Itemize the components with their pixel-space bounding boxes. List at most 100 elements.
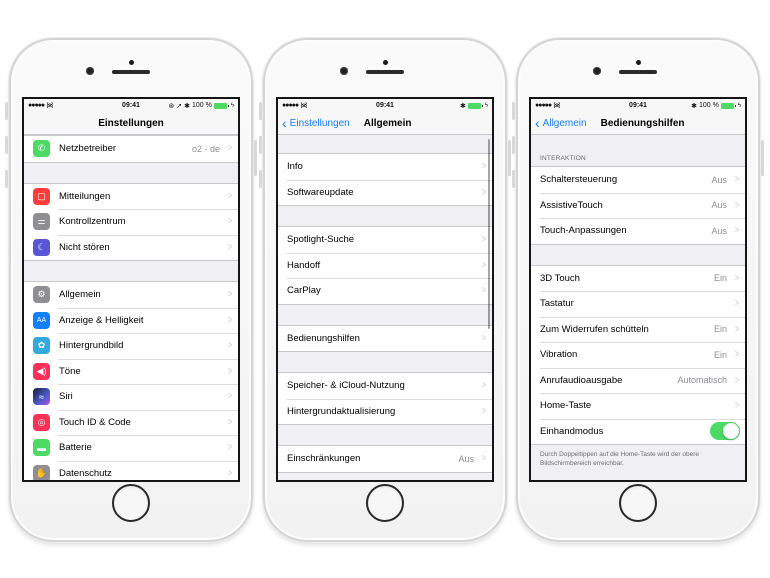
battery-percent: 100 % xyxy=(698,102,719,109)
row-label: Mitteilungen xyxy=(59,190,111,202)
home-button[interactable] xyxy=(112,484,150,522)
list-item-netzbetreiber[interactable]: ✆ Netzbetreiber o2 - de > xyxy=(24,136,238,162)
chevron-right-icon: > xyxy=(734,225,740,237)
list-item-hintergrundaktualisierung[interactable]: Hintergrundaktualisierung > xyxy=(278,398,492,424)
list-item-vibration[interactable]: Vibration Ein > xyxy=(531,342,745,368)
section-spacer xyxy=(278,135,492,153)
settings-list: ✆ Netzbetreiber o2 - de > ▢ Mitteilungen > ⚌ Kon… xyxy=(24,135,238,480)
chevron-right-icon: > xyxy=(227,143,233,155)
list-item-assistivetouch[interactable]: AssistiveTouch Aus > xyxy=(531,192,745,218)
home-button[interactable] xyxy=(366,484,404,522)
einhandmodus-toggle[interactable] xyxy=(710,422,740,441)
list-item-allgemein[interactable]: ⚙ Allgemein > xyxy=(24,282,238,308)
row-label: Tastatur xyxy=(540,298,574,310)
gear-icon: ⚙ xyxy=(33,286,50,304)
row-label: Softwareupdate xyxy=(287,186,354,198)
general-list: Info > Softwareupdate > Spotlight-Suche > Hand… xyxy=(278,135,492,480)
chevron-left-icon: ‹ xyxy=(282,115,287,131)
list-item-siri[interactable]: ≈ Siri > xyxy=(24,384,238,410)
section-spacer xyxy=(278,304,492,325)
fingerprint-icon: ◎ xyxy=(33,413,50,431)
battery-icon xyxy=(467,102,483,109)
battery-percent: 100 % xyxy=(191,102,212,109)
back-button[interactable]: ‹ Einstellungen xyxy=(278,115,350,131)
list-item-einschrankungen[interactable]: Einschränkungen Aus > xyxy=(278,446,492,472)
row-label: Spotlight-Suche xyxy=(287,234,355,246)
chevron-right-icon: > xyxy=(227,314,233,326)
list-item-touch-anpassungen[interactable]: Touch-Anpassungen Aus > xyxy=(531,218,745,244)
row-label: CarPlay xyxy=(287,285,321,297)
earpiece-speaker xyxy=(366,70,404,74)
wifi-icon: ᯼ xyxy=(553,102,561,109)
list-item-touch-id-code[interactable]: ◎ Touch ID & Code > xyxy=(24,409,238,435)
navigation-bar: ‹ Allgemein Bedienungshilfen xyxy=(531,112,745,135)
back-button[interactable]: ‹ Allgemein xyxy=(531,116,587,130)
accessibility-list: Schaltersteuerung Aus > AssistiveTouch Aus > T… xyxy=(531,166,745,473)
front-camera xyxy=(340,67,348,75)
chevron-right-icon: > xyxy=(227,190,233,202)
list-item-tastatur[interactable]: Tastatur > xyxy=(531,291,745,317)
list-item-tone[interactable]: ◀) Töne > xyxy=(24,358,238,384)
screen: ●●●●● ᯼ 09:41 ✱ ϟ ‹ Einstellungen Allgeme… xyxy=(276,97,494,482)
settings-group: Schaltersteuerung Aus > AssistiveTouch Aus > T… xyxy=(531,166,745,245)
section-spacer xyxy=(278,472,492,480)
row-label: Kontrollzentrum xyxy=(59,216,126,228)
list-item-nicht-storen[interactable]: ☾ Nicht stören > xyxy=(24,234,238,260)
chevron-right-icon: > xyxy=(481,405,487,417)
chevron-right-icon: > xyxy=(227,340,233,352)
list-item-bedienungshilfen[interactable]: Bedienungshilfen > xyxy=(278,325,492,351)
battery-icon xyxy=(213,102,229,109)
sound-icon: ◀) xyxy=(33,362,50,380)
list-item-batterie[interactable]: ▬ Batterie > xyxy=(24,435,238,461)
list-item-kontrollzentrum[interactable]: ⚌ Kontrollzentrum > xyxy=(24,209,238,235)
row-label: Datenschutz xyxy=(59,467,112,479)
list-item-home-taste[interactable]: Home-Taste > xyxy=(531,393,745,419)
row-label: Einhandmodus xyxy=(540,425,604,437)
list-item-handoff[interactable]: Handoff > xyxy=(278,252,492,278)
list-item-einhandmodus: Einhandmodus xyxy=(531,418,745,444)
list-item-anrufaudioausgabe[interactable]: Anrufaudioausgabe Automatisch > xyxy=(531,367,745,393)
list-item-datenschutz[interactable]: ✋ Datenschutz > xyxy=(24,460,238,480)
list-item-zum-widerrufen-schutteln[interactable]: Zum Widerrufen schütteln Ein > xyxy=(531,316,745,342)
chevron-right-icon: > xyxy=(227,365,233,377)
list-item-anzeige-helligkeit[interactable]: AA Anzeige & Helligkeit > xyxy=(24,307,238,333)
screen: ●●●●● ᯼ 09:41 ⊛ ➚ ✱ 100 % ϟ Einstellungen… xyxy=(22,97,240,482)
chevron-right-icon: > xyxy=(481,259,487,271)
chevron-right-icon: > xyxy=(227,391,233,403)
row-value: Ein xyxy=(713,273,727,284)
row-label: Einschränkungen xyxy=(287,453,361,465)
battery-icon: ▬ xyxy=(33,439,50,457)
list-item-hintergrundbild[interactable]: ✿ Hintergrundbild > xyxy=(24,333,238,359)
scroll-indicator[interactable] xyxy=(488,139,490,329)
list-item-spotlight-suche[interactable]: Spotlight-Suche > xyxy=(278,227,492,253)
row-value: Aus xyxy=(711,200,727,211)
settings-group: ✆ Netzbetreiber o2 - de > xyxy=(24,135,238,163)
back-label: Allgemein xyxy=(542,117,587,129)
chevron-right-icon: > xyxy=(481,285,487,297)
charging-icon: ϟ xyxy=(484,102,488,109)
list-item-3d-touch[interactable]: 3D Touch Ein > xyxy=(531,265,745,291)
list-item-softwareupdate[interactable]: Softwareupdate > xyxy=(278,179,492,205)
list-item-schaltersteuerung[interactable]: Schaltersteuerung Aus > xyxy=(531,167,745,193)
row-label: Vibration xyxy=(540,349,578,361)
list-item-speicher-icloud-nutzung[interactable]: Speicher- & iCloud-Nutzung > xyxy=(278,373,492,399)
list-item-mitteilungen[interactable]: ▢ Mitteilungen > xyxy=(24,183,238,209)
chevron-right-icon: > xyxy=(481,453,487,465)
footer-note: Durch Doppeltippen auf die Home-Taste wi… xyxy=(540,451,699,467)
phone-icon: ✆ xyxy=(33,140,50,158)
hand-icon: ✋ xyxy=(33,464,50,480)
section-spacer xyxy=(278,352,492,372)
list-item-carplay[interactable]: CarPlay > xyxy=(278,278,492,304)
page-title: Bedienungshilfen xyxy=(600,117,685,129)
row-label: Hintergrundbild xyxy=(59,340,124,352)
iphone-frame-settings: ●●●●● ᯼ 09:41 ⊛ ➚ ✱ 100 % ϟ Einstellungen… xyxy=(5,38,257,542)
earpiece-speaker xyxy=(619,70,657,74)
settings-group: ⚙ Allgemein > AA Anzeige & Helligkeit > ✿ Hinte… xyxy=(24,281,238,480)
section-spacer xyxy=(531,244,745,265)
list-item-info[interactable]: Info > xyxy=(278,154,492,180)
page-title: Einstellungen xyxy=(98,117,164,129)
chevron-right-icon: > xyxy=(734,374,740,386)
home-button[interactable] xyxy=(619,484,657,522)
row-label: Bedienungshilfen xyxy=(287,332,360,344)
row-value: Aus xyxy=(711,174,727,185)
